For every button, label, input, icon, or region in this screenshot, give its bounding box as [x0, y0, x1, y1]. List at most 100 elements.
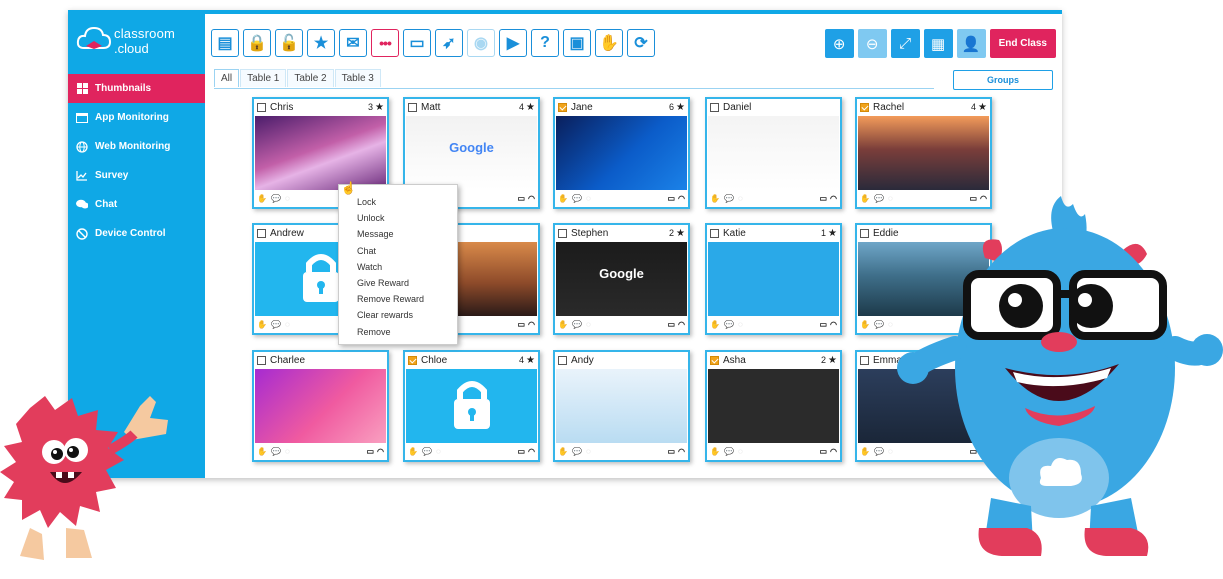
screen-thumbnail[interactable]	[406, 369, 537, 443]
screen-thumbnail[interactable]	[708, 369, 839, 443]
student-name: Chloe	[421, 354, 448, 366]
student-card[interactable]: Jane 6 ★ ✋ 💬 ◌ ▭ ◠	[553, 97, 690, 209]
monitor-button[interactable]: ▭	[403, 29, 431, 57]
presenter-button[interactable]: ▣	[563, 29, 591, 57]
menu-item-give-reward[interactable]: Give Reward	[339, 275, 457, 291]
tab-all[interactable]: All	[214, 69, 240, 87]
sidebar-item-device-control[interactable]: Device Control	[68, 219, 205, 248]
unlock-button[interactable]: 🔓	[275, 29, 303, 57]
student-card[interactable]: Andy ✋ 💬 ◌ ▭ ◠	[553, 350, 690, 462]
screen-thumbnail[interactable]: Google	[556, 242, 687, 316]
menu-item-remove-reward[interactable]: Remove Reward	[339, 291, 457, 307]
screen-thumbnail[interactable]	[255, 116, 386, 190]
message-button[interactable]: ✉	[339, 29, 367, 57]
hand-icon: ✋	[257, 320, 267, 329]
end-class-button[interactable]: End Class	[989, 29, 1056, 58]
reward-count: 3	[368, 102, 374, 112]
monitor-icon: ▭	[409, 35, 425, 52]
student-card[interactable]: Chloe 4 ★ ✋ 💬 ◌ ▭ ◠	[403, 350, 540, 462]
reward-count: 6	[669, 102, 675, 112]
wifi-icon: ◠	[678, 320, 685, 329]
student-card-status: ✋💬◌ ▭◠	[257, 445, 384, 458]
student-checkbox[interactable]	[558, 355, 567, 365]
register-button[interactable]: ▤	[211, 29, 239, 57]
zoom-in-button[interactable]: ⊕	[824, 29, 854, 58]
student-checkbox[interactable]	[558, 228, 567, 238]
student-checkbox[interactable]	[408, 102, 417, 112]
groups-button[interactable]: Groups	[953, 70, 1053, 90]
menu-item-lock[interactable]: Lock	[339, 194, 457, 210]
logo: classroom .cloud	[76, 24, 196, 60]
student-checkbox[interactable]	[408, 355, 417, 365]
more-icon: •••	[379, 35, 392, 51]
help-button[interactable]: ?	[531, 29, 559, 57]
table-tabs: All Table 1 Table 2 Table 3	[214, 69, 382, 87]
more-button[interactable]: •••	[371, 29, 399, 57]
mute-icon: ◌	[435, 447, 441, 456]
student-checkbox[interactable]	[257, 355, 266, 365]
student-checkbox[interactable]	[257, 228, 266, 238]
student-checkbox[interactable]	[860, 228, 869, 238]
student-card-header: Andy	[555, 352, 688, 368]
student-checkbox[interactable]	[558, 102, 567, 112]
sidebar-item-app-monitoring[interactable]: App Monitoring	[68, 103, 205, 132]
sidebar-item-chat[interactable]: Chat	[68, 190, 205, 219]
student-card[interactable]: Stephen 2 ★ Google ✋ 💬 ◌ ▭ ◠	[553, 223, 690, 335]
chart-icon	[76, 170, 88, 182]
student-card[interactable]: Charlee ✋ 💬 ◌ ▭ ◠	[252, 350, 389, 462]
hand-icon: ✋	[710, 320, 720, 329]
student-card[interactable]: Daniel ✋ 💬 ◌ ▭ ◠	[705, 97, 842, 209]
student-checkbox[interactable]	[710, 228, 719, 238]
rocket-button[interactable]: ➶	[435, 29, 463, 57]
student-card-status: ✋💬◌ ▭◠	[710, 192, 837, 205]
refresh-button[interactable]: ⟳	[627, 29, 655, 57]
user-icon: 👤	[961, 35, 981, 53]
sidebar-item-thumbnails[interactable]: Thumbnails	[68, 74, 205, 103]
user-button[interactable]: 👤	[956, 29, 986, 58]
screen-thumbnail[interactable]	[556, 116, 687, 190]
menu-item-message[interactable]: Message	[339, 226, 457, 242]
student-card-header: Stephen 2 ★	[555, 225, 688, 241]
reward-button[interactable]: ★	[307, 29, 335, 57]
mute-icon: ◌	[284, 320, 290, 329]
play-button[interactable]: ▶	[499, 29, 527, 57]
student-card[interactable]: Asha 2 ★ ✋ 💬 ◌ ▭ ◠	[705, 350, 842, 462]
fullscreen-button[interactable]: ⤢	[890, 29, 920, 58]
student-checkbox[interactable]	[710, 355, 719, 365]
tab-table-1[interactable]: Table 1	[240, 69, 287, 87]
zoom-out-button[interactable]: ⊖	[857, 29, 887, 58]
student-card[interactable]: Katie 1 ★ ✋ 💬 ◌ ▭ ◠	[705, 223, 842, 335]
student-name: Rachel	[873, 101, 905, 113]
reward-count: 2	[669, 228, 675, 238]
menu-item-chat[interactable]: Chat	[339, 243, 457, 259]
star-icon: ★	[375, 101, 384, 113]
message-icon: ✉	[346, 35, 360, 52]
student-checkbox[interactable]	[710, 102, 719, 112]
student-checkbox[interactable]	[257, 102, 266, 112]
menu-item-clear-rewards[interactable]: Clear rewards	[339, 307, 457, 323]
logo-text-line1: classroom	[114, 26, 176, 41]
menu-item-unlock[interactable]: Unlock	[339, 210, 457, 226]
layout-button[interactable]: ▦	[923, 29, 953, 58]
screen-thumbnail[interactable]	[708, 242, 839, 316]
sidebar-nav: Thumbnails App Monitoring Web Monitoring…	[68, 74, 205, 248]
menu-item-watch[interactable]: Watch	[339, 259, 457, 275]
screen-thumbnail[interactable]: Google	[406, 116, 537, 190]
screen-thumbnail[interactable]	[255, 369, 386, 443]
menu-item-remove[interactable]: Remove	[339, 324, 457, 340]
eye-button[interactable]: ◉	[467, 29, 495, 57]
student-name: Chris	[270, 101, 294, 113]
tab-table-2[interactable]: Table 2	[287, 69, 334, 87]
hand-button[interactable]: ✋	[595, 29, 623, 57]
lock-button[interactable]: 🔒	[243, 29, 271, 57]
tab-table-3[interactable]: Table 3	[334, 69, 381, 87]
student-card-header: Jane 6 ★	[555, 99, 688, 115]
screen-thumbnail[interactable]	[708, 116, 839, 190]
screen-thumbnail[interactable]	[556, 369, 687, 443]
student-card-header: Chris 3 ★	[254, 99, 387, 115]
student-checkbox[interactable]	[860, 355, 869, 365]
sidebar-item-web-monitoring[interactable]: Web Monitoring	[68, 132, 205, 161]
chat-icon: 💬	[421, 447, 432, 456]
student-checkbox[interactable]	[860, 102, 869, 112]
sidebar-item-survey[interactable]: Survey	[68, 161, 205, 190]
